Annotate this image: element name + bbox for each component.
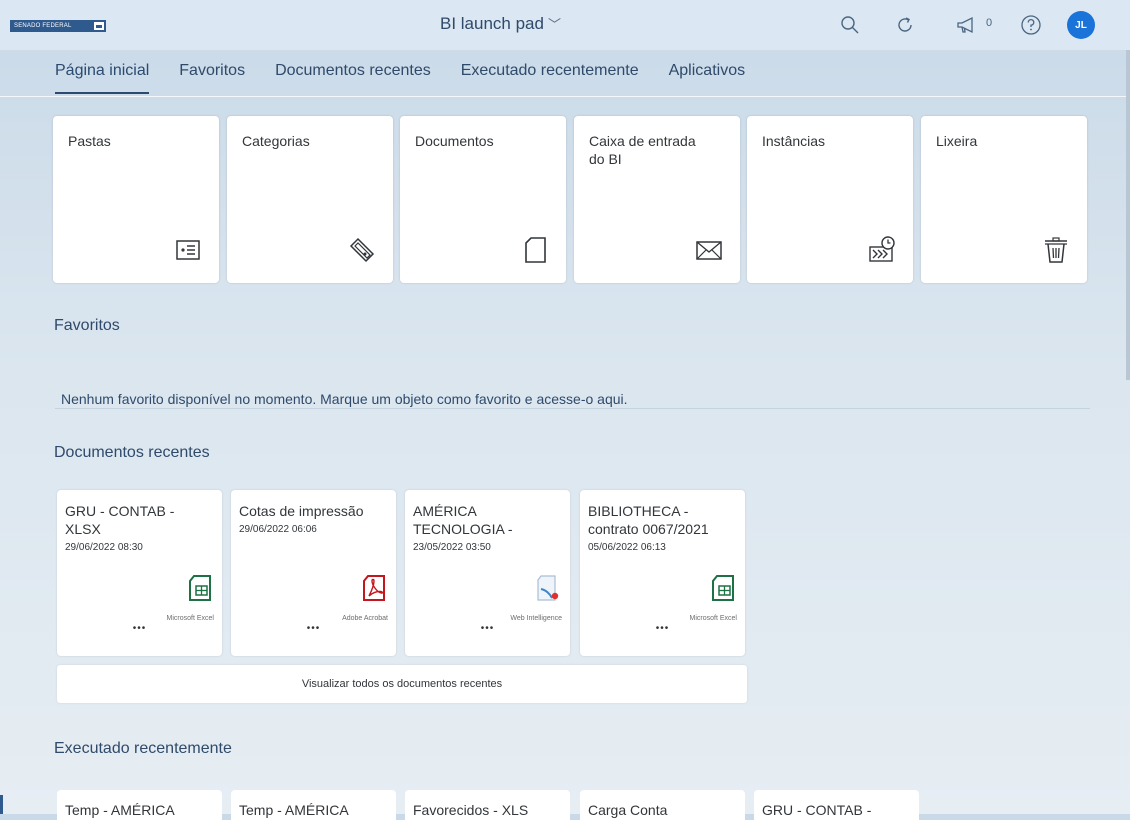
- tile-lixeira[interactable]: Lixeira: [921, 116, 1087, 283]
- chevron-down-icon: ﹀: [547, 17, 561, 32]
- recent-document-card[interactable]: Cotas de impressão 29/06/2022 06:06 Adob…: [231, 490, 396, 656]
- recently-run-card[interactable]: GRU - CONTAB -: [754, 790, 919, 820]
- search-button[interactable]: [838, 13, 862, 37]
- tile-pastas[interactable]: Pastas: [53, 116, 219, 283]
- recently-run-title-text: Carga Conta: [588, 802, 668, 818]
- recently-run-title-text: Favorecidos - XLS: [413, 802, 529, 818]
- document-icon: [525, 237, 546, 263]
- more-actions-button[interactable]: •••: [57, 623, 222, 634]
- shell-bar: SENADO FEDERAL BI launch pad ﹀ 0 JL: [0, 0, 1130, 51]
- tab-favoritos[interactable]: Favoritos: [179, 62, 245, 94]
- tile-categorias[interactable]: Categorias: [227, 116, 393, 283]
- excel-file-icon: [189, 575, 211, 601]
- logo-flag-icon: [94, 22, 104, 30]
- logo-text: SENADO FEDERAL: [14, 23, 72, 29]
- vertical-scrollbar[interactable]: [1126, 50, 1130, 380]
- document-title-line2: TECNOLOGIA -: [413, 521, 513, 537]
- tab-documentos-recentes[interactable]: Documentos recentes: [275, 62, 431, 94]
- document-title-line2: XLSX: [65, 521, 101, 537]
- document-title-line2: contrato 0067/2021: [588, 521, 709, 537]
- megaphone-icon: [957, 16, 973, 34]
- tag-icon: [349, 237, 375, 263]
- recently-run-title-text: Temp - AMÉRICA: [239, 802, 349, 818]
- document-type: Web Intelligence: [510, 615, 562, 622]
- left-edge-marker: [0, 795, 3, 814]
- tile-title: Pastas: [68, 133, 111, 149]
- recently-run-title-text: GRU - CONTAB -: [762, 802, 872, 818]
- document-title-line1: Cotas de impressão: [239, 503, 364, 519]
- more-actions-button[interactable]: •••: [231, 623, 396, 634]
- main-tabs: Página inicial Favoritos Documentos rece…: [55, 62, 775, 94]
- document-date: 29/06/2022 08:30: [65, 542, 143, 553]
- user-avatar[interactable]: JL: [1067, 11, 1095, 39]
- search-icon: [841, 16, 859, 34]
- pdf-file-icon: [363, 575, 385, 601]
- excel-file-icon: [712, 575, 734, 601]
- recently-run-title-text: Temp - AMÉRICA: [65, 802, 175, 818]
- notification-count: 0: [986, 17, 993, 29]
- app-title-menu[interactable]: BI launch pad ﹀: [440, 14, 561, 34]
- document-date: 05/06/2022 06:13: [588, 542, 666, 553]
- web-intelligence-icon: [537, 575, 559, 601]
- senado-logo[interactable]: SENADO FEDERAL: [10, 20, 106, 32]
- envelope-icon: [696, 241, 722, 260]
- refresh-button[interactable]: [893, 13, 917, 37]
- document-title-line1: AMÉRICA: [413, 503, 477, 519]
- tab-executado-recentemente[interactable]: Executado recentemente: [461, 62, 639, 94]
- document-date: 29/06/2022 06:06: [239, 524, 317, 535]
- document-type: Microsoft Excel: [689, 615, 737, 622]
- instances-icon: [869, 236, 895, 262]
- favorites-empty-message: Nenhum favorito disponível no momento. M…: [61, 391, 628, 407]
- document-type: Microsoft Excel: [166, 615, 214, 622]
- tile-instancias[interactable]: Instâncias: [747, 116, 913, 283]
- tab-pagina-inicial[interactable]: Página inicial: [55, 62, 150, 94]
- folder-card-icon: [176, 240, 200, 260]
- document-date: 23/05/2022 03:50: [413, 542, 491, 553]
- document-type: Adobe Acrobat: [342, 615, 388, 622]
- tab-aplicativos[interactable]: Aplicativos: [669, 62, 745, 94]
- more-actions-button[interactable]: •••: [580, 623, 745, 634]
- recent-document-card[interactable]: AMÉRICA TECNOLOGIA - 23/05/2022 03:50 We…: [405, 490, 570, 656]
- recently-run-card[interactable]: Temp - AMÉRICA: [231, 790, 396, 820]
- tile-title: Caixa de entrada do BI: [589, 133, 696, 167]
- notifications-button[interactable]: [955, 13, 979, 37]
- trash-icon: [1045, 237, 1067, 263]
- view-all-recent-documents-button[interactable]: Visualizar todos os documentos recentes: [57, 665, 747, 703]
- tabs-divider: [0, 96, 1128, 97]
- recent-document-card[interactable]: BIBLIOTHECA - contrato 0067/2021 05/06/2…: [580, 490, 745, 656]
- help-button[interactable]: [1019, 13, 1043, 37]
- recently-run-card[interactable]: Favorecidos - XLS: [405, 790, 570, 820]
- document-title-line1: BIBLIOTHECA -: [588, 503, 689, 519]
- recently-run-card[interactable]: Temp - AMÉRICA: [57, 790, 222, 820]
- app-title: BI launch pad: [440, 14, 544, 33]
- tile-title: Categorias: [242, 133, 310, 149]
- favorites-divider: [55, 408, 1090, 409]
- tile-documentos[interactable]: Documentos: [400, 116, 566, 283]
- tile-title: Documentos: [415, 133, 494, 149]
- document-title-line1: GRU - CONTAB -: [65, 503, 175, 519]
- tile-title: Lixeira: [936, 133, 978, 149]
- tile-title: Instâncias: [762, 133, 826, 149]
- recent-document-card[interactable]: GRU - CONTAB - XLSX 29/06/2022 08:30 Mic…: [57, 490, 222, 656]
- more-actions-button[interactable]: •••: [405, 623, 570, 634]
- favorites-section-title: Favoritos: [54, 317, 120, 334]
- recently-run-title: Executado recentemente: [54, 740, 232, 757]
- refresh-icon: [898, 17, 912, 32]
- recent-documents-title: Documentos recentes: [54, 444, 210, 461]
- recently-run-card[interactable]: Carga Conta: [580, 790, 745, 820]
- help-icon: [1021, 15, 1041, 35]
- tile-caixa-de-entrada[interactable]: Caixa de entrada do BI: [574, 116, 740, 283]
- avatar-initials: JL: [1075, 19, 1087, 31]
